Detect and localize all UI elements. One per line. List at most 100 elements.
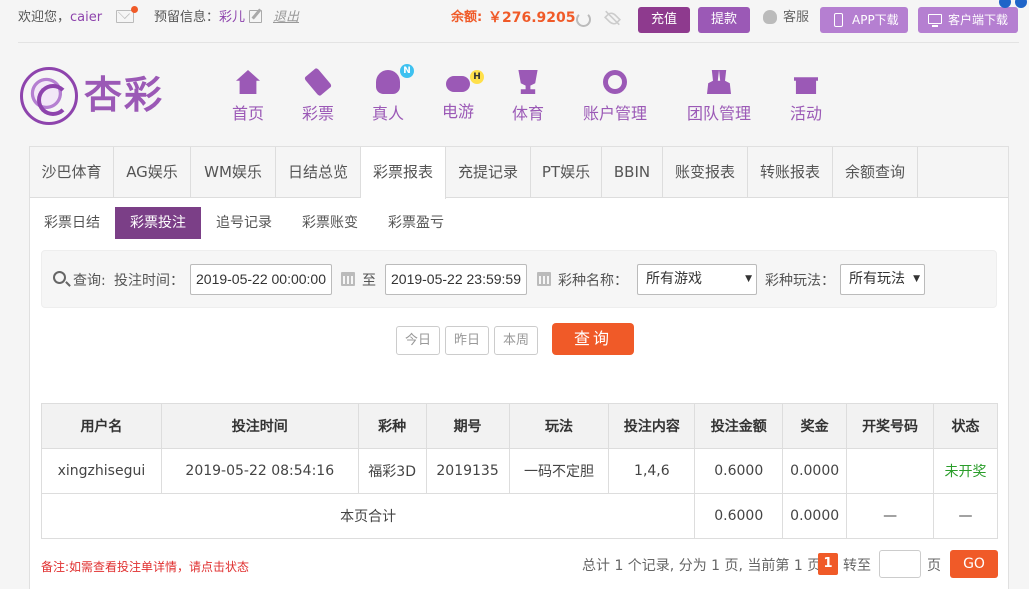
nav-label: 活动 (789, 104, 822, 123)
site-logo[interactable]: 杏彩 (20, 67, 170, 127)
summary-status: — (933, 493, 998, 539)
dropdown-arrow-icon: ▼ (913, 274, 920, 284)
cell-prize: 0.0000 (782, 448, 848, 494)
play-select[interactable]: 所有玩法 ▼ (840, 264, 925, 295)
col-header: 玩法 (508, 403, 610, 449)
nav-account[interactable]: 账户管理 (580, 70, 650, 124)
subtab-lottery-daily[interactable]: 彩票日结 (30, 207, 114, 239)
cell-status-link[interactable]: 未开奖 (933, 448, 998, 494)
nav-promotions[interactable]: 活动 (788, 70, 824, 124)
col-header: 奖金 (782, 403, 848, 449)
pager-current-page[interactable]: 1 (818, 553, 838, 575)
this-week-button[interactable]: 本周 (494, 326, 538, 355)
reserve-label: 预留信息： (154, 10, 220, 25)
mail-icon[interactable] (116, 6, 138, 23)
unread-dot (131, 6, 138, 13)
pager-go-button[interactable]: GO (950, 550, 998, 578)
calendar-icon[interactable] (537, 272, 551, 286)
table-header-row: 用户名 投注时间 彩种 期号 玩法 投注内容 投注金额 奖金 开奖号码 状态 (41, 403, 998, 449)
customer-service-link[interactable]: 客服 (763, 9, 809, 27)
play-select-value: 所有玩法 (849, 271, 905, 287)
cell-draw-number (846, 448, 934, 494)
hot-badge: H (470, 70, 484, 84)
game-name-label: 彩种名称： (558, 273, 628, 289)
nav-home[interactable]: 首页 (230, 70, 266, 124)
app-download-button[interactable]: APP下载 (820, 7, 908, 33)
edit-icon[interactable] (249, 10, 262, 23)
col-header: 用户名 (41, 403, 162, 449)
query-label: 查询: (73, 273, 106, 289)
yesterday-button[interactable]: 昨日 (445, 326, 489, 355)
start-time-input[interactable]: 2019-05-22 00:00:00 (190, 264, 332, 295)
nav-sports[interactable]: N 体育 (510, 70, 546, 124)
tab-bbin[interactable]: BBIN (602, 147, 663, 198)
bet-records-table: 用户名 投注时间 彩种 期号 玩法 投注内容 投注金额 奖金 开奖号码 状态 x… (40, 403, 998, 539)
nav-team[interactable]: 团队管理 (684, 70, 754, 124)
nav-egames[interactable]: H 电游 (440, 70, 484, 122)
col-header: 投注时间 (160, 403, 359, 449)
cell-content: 1,4,6 (608, 448, 696, 494)
logout-link[interactable]: 退出 (273, 9, 299, 27)
col-header: 状态 (933, 403, 998, 449)
summary-label: 本页合计 (40, 493, 696, 539)
end-time-input[interactable]: 2019-05-22 23:59:59 (385, 264, 527, 295)
corner-circle-icon[interactable] (1015, 0, 1027, 8)
summary-amount: 0.6000 (694, 493, 784, 539)
tab-ag[interactable]: AG娱乐 (114, 147, 191, 198)
tab-daily-overview[interactable]: 日结总览 (276, 147, 361, 198)
calendar-icon[interactable] (341, 272, 355, 286)
tab-deposit-withdraw[interactable]: 充提记录 (446, 147, 531, 198)
summary-row: 本页合计 0.6000 0.0000 — — (40, 493, 998, 539)
username[interactable]: caier (70, 10, 102, 25)
tab-wm[interactable]: WM娱乐 (191, 147, 276, 198)
team-icon (707, 70, 731, 94)
app-download-label: APP下载 (852, 13, 899, 27)
home-icon (236, 70, 260, 94)
tab-transfer-report[interactable]: 转账报表 (748, 147, 833, 198)
customer-service-label: 客服 (783, 10, 810, 25)
welcome-text: 欢迎您，caier (18, 9, 102, 27)
pager-page-input[interactable] (879, 550, 921, 578)
subtab-lottery-profit[interactable]: 彩票盈亏 (373, 207, 459, 239)
col-header: 投注金额 (694, 403, 784, 449)
balance-value: ￥276.9205 (488, 10, 576, 26)
col-header: 彩种 (357, 403, 427, 449)
tab-transaction-report[interactable]: 账变报表 (663, 147, 748, 198)
new-badge: N (400, 64, 414, 78)
query-submit-button[interactable]: 查询 (552, 323, 634, 355)
top-bar: 欢迎您，caier 预留信息：彩儿 退出 余额: ￥276.9205 充值 提款… (0, 0, 1029, 43)
today-button[interactable]: 今日 (396, 326, 440, 355)
refresh-icon[interactable] (576, 12, 591, 27)
client-download-button[interactable]: 客户端下载 (918, 7, 1018, 33)
phone-icon (834, 13, 843, 27)
tab-pt[interactable]: PT娱乐 (531, 147, 602, 198)
deposit-button[interactable]: 充值 (638, 7, 690, 33)
subtab-chase-records[interactable]: 追号记录 (201, 207, 287, 239)
cell-lottery: 福彩3D (357, 448, 427, 494)
tab-lottery-report[interactable]: 彩票报表 (361, 147, 446, 199)
nav-label: 团队管理 (686, 104, 751, 123)
coin-icon (603, 70, 627, 94)
nav-lottery[interactable]: 彩票 (300, 67, 336, 124)
tab-saba-sports[interactable]: 沙巴体育 (30, 147, 114, 198)
game-select-value: 所有游戏 (646, 271, 702, 287)
subtab-lottery-transactions[interactable]: 彩票账变 (287, 207, 373, 239)
hide-balance-icon[interactable] (604, 10, 621, 27)
cell-issue: 2019135 (425, 448, 510, 494)
nav-live[interactable]: N 真人 (370, 64, 414, 124)
nav-label: 彩票 (301, 104, 334, 123)
logo-text: 杏彩 (84, 72, 165, 117)
summary-prize: 0.0000 (782, 493, 848, 539)
cell-play: 一码不定胆 (508, 448, 610, 494)
nav-label: 首页 (231, 104, 264, 123)
withdraw-button[interactable]: 提款 (698, 7, 750, 33)
cell-bet-time: 2019-05-22 08:54:16 (160, 448, 359, 494)
logo-mark-icon (20, 67, 78, 125)
corner-circle-icon[interactable] (999, 0, 1011, 8)
nav-label: 体育 (511, 104, 544, 123)
tab-balance-query[interactable]: 余额查询 (833, 147, 918, 198)
subtab-lottery-bets[interactable]: 彩票投注 (115, 207, 201, 239)
game-select[interactable]: 所有游戏 ▼ (637, 264, 757, 295)
pager-summary: 总计 1 个记录, 分为 1 页, 当前第 1 页 (582, 558, 822, 574)
col-header: 投注内容 (608, 403, 696, 449)
